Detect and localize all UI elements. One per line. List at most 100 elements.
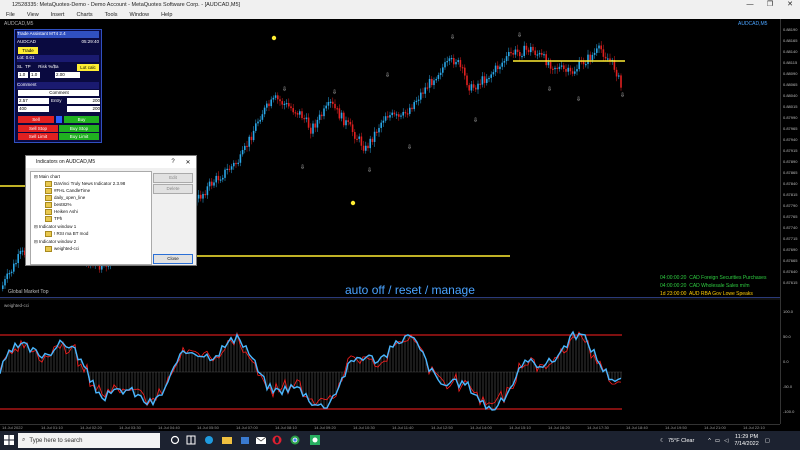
weather-text[interactable]: 75°F Clear bbox=[668, 438, 694, 444]
opera-icon[interactable] bbox=[272, 434, 282, 446]
tree-item[interactable]: weighted-cci bbox=[45, 246, 79, 252]
trade-tab-button[interactable]: Trade bbox=[18, 47, 38, 54]
help-icon[interactable]: ? bbox=[166, 159, 180, 165]
delete-button[interactable]: Delete bbox=[153, 184, 193, 194]
network-icon[interactable]: ▭ bbox=[715, 438, 720, 444]
tp-points-input[interactable]: 400 bbox=[18, 106, 49, 112]
candle-body bbox=[591, 54, 594, 61]
candle-body bbox=[277, 95, 279, 100]
file-explorer-icon[interactable] bbox=[222, 434, 232, 446]
price-tick: 0.87865 bbox=[783, 170, 798, 175]
close-dialog-button[interactable]: Close bbox=[153, 254, 193, 264]
sell-stop-button[interactable]: Sell Stop bbox=[18, 125, 58, 132]
candle-body bbox=[565, 69, 567, 72]
candle-body bbox=[459, 60, 462, 68]
candle-body bbox=[494, 65, 497, 73]
sl-points-input[interactable]: 2.57 bbox=[18, 98, 49, 104]
menu-help[interactable]: Help bbox=[155, 12, 178, 18]
candle-body bbox=[197, 194, 200, 199]
buy-limit-button[interactable]: Buy Limit bbox=[59, 133, 99, 140]
candle-body bbox=[360, 136, 363, 146]
candle-body bbox=[483, 76, 486, 83]
signal-arrow-icon: ⇩ bbox=[547, 86, 552, 93]
sl-input[interactable]: 1.0 bbox=[18, 72, 28, 78]
tp-value-input[interactable]: 200 bbox=[67, 106, 100, 112]
indicator-pane[interactable]: weighted-cci bbox=[0, 300, 780, 424]
news-item: 04:00:00:20 CAD Foreign Securities Purch… bbox=[660, 275, 767, 281]
task-view-icon[interactable] bbox=[170, 434, 180, 446]
indicator-tick: -100.0 bbox=[783, 409, 795, 414]
dialog-close-icon[interactable]: ✕ bbox=[180, 159, 196, 166]
signal-arrow-icon: ⇩ bbox=[332, 89, 337, 96]
edit-button[interactable]: Edit bbox=[153, 173, 193, 183]
notifications-icon[interactable]: ▢ bbox=[765, 438, 770, 444]
tree-item[interactable]: TPh bbox=[45, 216, 62, 222]
candle-body bbox=[296, 113, 299, 115]
store-icon[interactable] bbox=[240, 434, 250, 446]
candle-body bbox=[499, 66, 501, 70]
indicator-file-icon bbox=[45, 195, 52, 201]
price-tick: 0.87765 bbox=[783, 214, 798, 219]
tray-arrow-icon[interactable]: ^ bbox=[708, 438, 711, 444]
time-tick: 14 Jul 12:50 bbox=[431, 425, 453, 430]
trade-assistant-panel: Trade Assistant MT4 2.4 AUDCAD 05:29:40 … bbox=[14, 29, 102, 143]
candle-body bbox=[514, 49, 517, 55]
price-tick: 0.87815 bbox=[783, 192, 798, 197]
entry-input[interactable]: 200 bbox=[67, 98, 100, 104]
tree-indicator-window-1[interactable]: ⊟ Indicator window 1 bbox=[34, 224, 76, 230]
widgets-icon[interactable] bbox=[186, 434, 196, 446]
mail-icon[interactable] bbox=[255, 434, 267, 446]
maximize-button[interactable]: ❐ bbox=[760, 0, 780, 10]
tp-input[interactable]: 1.0 bbox=[30, 72, 40, 78]
candle-body bbox=[448, 58, 451, 62]
candle-body bbox=[8, 273, 11, 275]
menu-view[interactable]: View bbox=[21, 12, 45, 18]
tree-item[interactable]: #FHL CandleTime bbox=[45, 188, 90, 194]
reverse-button[interactable] bbox=[56, 116, 62, 123]
buy-button[interactable]: Buy bbox=[64, 116, 99, 123]
candle-body bbox=[230, 166, 233, 170]
menu-charts[interactable]: Charts bbox=[70, 12, 98, 18]
windows-start-icon[interactable] bbox=[4, 435, 14, 445]
candle-body bbox=[213, 182, 215, 186]
menu-insert[interactable]: Insert bbox=[45, 12, 71, 18]
weather-icon[interactable]: ☾ bbox=[660, 438, 665, 444]
candle-body bbox=[237, 162, 239, 164]
chrome-icon[interactable] bbox=[290, 434, 300, 446]
menu-tools[interactable]: Tools bbox=[99, 12, 124, 18]
comment-input[interactable]: Comment bbox=[18, 90, 99, 96]
marker-dot bbox=[271, 35, 277, 41]
signal-arrow-icon: ⇩ bbox=[450, 34, 455, 41]
system-tray: ☾ 75°F Clear ^ ▭ ◁ 11:29 PM 7/14/2022 ▢ bbox=[660, 433, 800, 449]
sell-button[interactable]: Sell bbox=[18, 116, 54, 123]
tree-item[interactable]: DaVinci Truly News Indicator 2.3.98 bbox=[45, 181, 125, 187]
lot-calc-button[interactable]: Lot calc bbox=[77, 64, 99, 71]
menu-window[interactable]: Window bbox=[124, 12, 156, 18]
sell-limit-button[interactable]: Sell Limit bbox=[18, 133, 58, 140]
auto-manage-text[interactable]: auto off / reset / manage bbox=[345, 283, 475, 297]
tree-item[interactable]: ! RSI ma BT mod bbox=[45, 231, 88, 237]
buy-stop-button[interactable]: Buy Stop bbox=[59, 125, 99, 132]
taskbar-search[interactable]: ⌕ Type here to search bbox=[18, 433, 160, 448]
candle-body bbox=[439, 72, 442, 75]
close-button[interactable]: ✕ bbox=[780, 0, 800, 10]
metatrader-icon[interactable] bbox=[310, 434, 320, 446]
candle-body bbox=[263, 107, 266, 115]
tree-indicator-window-2[interactable]: ⊟ Indicator window 2 bbox=[34, 239, 76, 245]
edge-icon[interactable] bbox=[204, 434, 214, 446]
tree-item[interactable]: daily_open_line bbox=[45, 195, 85, 201]
signal-arrow-icon: ⇩ bbox=[367, 167, 372, 174]
risk-input[interactable]: 2.00 bbox=[55, 72, 80, 78]
candle-body bbox=[310, 127, 312, 134]
candle-body bbox=[208, 181, 211, 187]
tree-item[interactable]: Heiken Ashi bbox=[45, 209, 78, 215]
clock[interactable]: 11:29 PM 7/14/2022 bbox=[734, 434, 758, 448]
minimize-button[interactable]: — bbox=[740, 0, 760, 10]
search-placeholder: Type here to search bbox=[29, 437, 83, 444]
tree-item[interactable]: best82% bbox=[45, 202, 72, 208]
indicator-file-icon bbox=[45, 188, 52, 194]
menu-file[interactable]: File bbox=[0, 12, 21, 18]
search-icon: ⌕ bbox=[22, 437, 26, 443]
volume-icon[interactable]: ◁ bbox=[724, 438, 728, 444]
tree-main-chart[interactable]: ⊟ Main chart bbox=[34, 174, 60, 180]
